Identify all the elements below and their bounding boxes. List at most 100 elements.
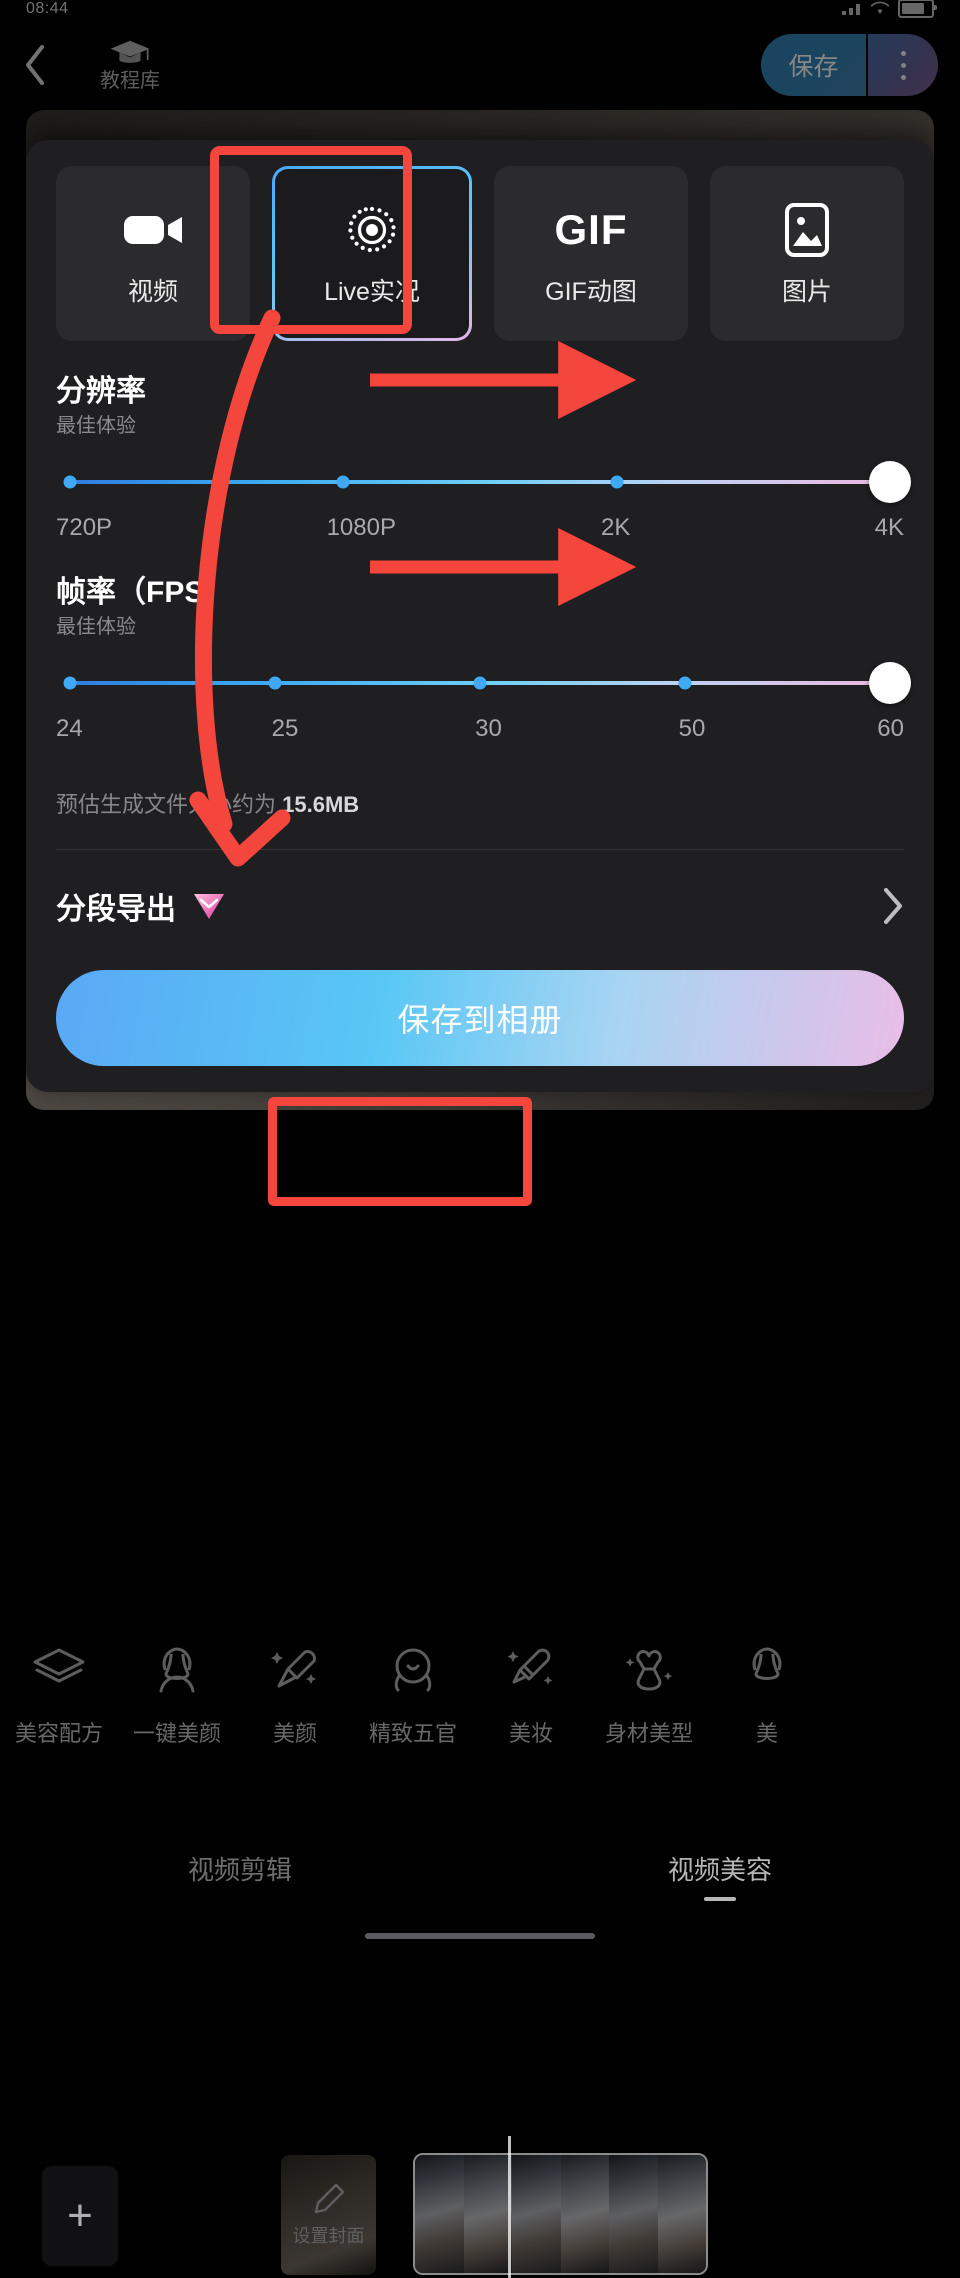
format-option-video[interactable]: 视频 — [56, 166, 250, 341]
timeline-frame — [415, 2155, 464, 2273]
video-camera-icon — [122, 202, 184, 258]
resolution-slider[interactable]: 720P 1080P 2K 4K — [56, 461, 911, 542]
tool-beauty-recipe-label: 美容配方 — [14, 1721, 103, 1746]
tab-indicator — [224, 1897, 256, 1901]
resolution-tick-720p[interactable] — [63, 475, 77, 489]
picture-icon — [784, 202, 830, 258]
timeline-clip[interactable] — [413, 2153, 708, 2275]
face-auto-icon — [151, 1640, 203, 1700]
set-cover-button[interactable]: 设置封面 — [281, 2155, 376, 2275]
framerate-label-25: 25 — [271, 715, 299, 742]
battery-icon — [898, 0, 937, 18]
gif-glyph: GIF — [554, 206, 628, 253]
vip-diamond-icon — [194, 894, 224, 919]
format-option-live[interactable]: Live实况 — [272, 166, 472, 341]
tool-body-shape-label: 身材美型 — [604, 1721, 693, 1746]
tool-one-tap-beauty[interactable]: 一键美颜 — [118, 1640, 236, 1748]
framerate-label-60: 60 — [877, 715, 904, 742]
more-vertical-icon — [900, 62, 906, 68]
framerate-tick-labels: 24 25 30 50 60 — [56, 715, 904, 743]
live-photo-icon — [343, 202, 401, 258]
framerate-subtitle: 最佳体验 — [56, 616, 136, 638]
segment-export-label: 分段导出 — [56, 893, 176, 926]
resolution-label-1080p: 1080P — [326, 514, 396, 541]
lipstick-icon — [505, 1640, 557, 1700]
tool-beauty[interactable]: 美颜 — [236, 1640, 354, 1748]
resolution-slider-knob[interactable] — [869, 461, 911, 503]
more-vertical-icon — [900, 50, 906, 56]
timeline-area: + 设置封面 — [0, 1140, 960, 2278]
sheet-divider — [56, 849, 904, 850]
timeline-frame — [463, 2155, 512, 2273]
resolution-tick-1080p[interactable] — [336, 475, 350, 489]
pencil-icon — [314, 2183, 344, 2214]
tutorial-library-label: 教程库 — [100, 70, 160, 92]
framerate-slider-knob[interactable] — [869, 662, 911, 704]
body-shape-icon — [623, 1640, 675, 1700]
tab-video-beauty-label: 视频美容 — [667, 1854, 772, 1885]
tab-indicator — [704, 1896, 736, 1901]
tool-face-features-label: 精致五官 — [368, 1721, 457, 1746]
framerate-section: 帧率（FPS） 最佳体验 24 25 30 50 60 — [56, 576, 911, 743]
tool-face-features[interactable]: 精致五官 — [354, 1640, 472, 1748]
tool-beauty-label: 美颜 — [272, 1721, 317, 1746]
timeline-frame — [657, 2155, 706, 2273]
framerate-slider[interactable]: 24 25 30 50 60 — [56, 662, 911, 743]
timeline-frame — [609, 2155, 658, 2273]
save-to-album-button[interactable]: 保存到相册 — [56, 970, 904, 1066]
tab-video-edit[interactable]: 视频剪辑 — [0, 1850, 480, 1901]
status-time: 08:44 — [26, 0, 69, 17]
estimated-filesize-prefix: 预估生成文件大小约为 — [56, 792, 277, 817]
resolution-label-720p: 720P — [56, 514, 113, 541]
tool-makeup[interactable]: 美妆 — [472, 1640, 590, 1748]
framerate-slider-track[interactable] — [63, 676, 890, 690]
tool-more-partial[interactable]: 美 — [708, 1640, 826, 1748]
resolution-tick-2k[interactable] — [610, 475, 624, 489]
framerate-tick-50[interactable] — [678, 676, 692, 690]
face-auto-icon — [741, 1640, 793, 1700]
signal-icon — [842, 2, 862, 15]
gif-text-icon: GIF — [555, 202, 628, 258]
framerate-tick-25[interactable] — [268, 676, 282, 690]
chevron-right-icon[interactable] — [882, 887, 904, 925]
set-cover-label: 设置封面 — [292, 2226, 365, 2246]
format-option-gif[interactable]: GIF GIF动图 — [494, 166, 688, 341]
format-option-image-label: 图片 — [781, 278, 832, 306]
estimated-filesize: 预估生成文件大小约为 15.6MB — [56, 787, 904, 819]
status-bar: 08:44 — [0, 0, 960, 22]
beauty-tools-bar: 美容配方 一键美颜 美颜 精致五官 美妆 身材美型 美 — [0, 1640, 960, 1800]
framerate-label-24: 24 — [56, 715, 83, 742]
layers-icon — [31, 1640, 87, 1700]
tool-body-shape[interactable]: 身材美型 — [590, 1640, 708, 1748]
resolution-slider-track[interactable] — [63, 475, 890, 489]
segment-export-row[interactable]: 分段导出 — [56, 878, 904, 934]
tool-more-partial-label: 美 — [755, 1721, 778, 1746]
format-option-image[interactable]: 图片 — [710, 166, 904, 341]
format-option-gif-label: GIF动图 — [545, 278, 637, 306]
app-screen: 08:44 教程库 保存 视频 Live实况 GIF GIF动图 图片 分辨率 … — [0, 0, 960, 2278]
more-options-button[interactable] — [868, 34, 938, 96]
framerate-tick-30[interactable] — [473, 676, 487, 690]
tutorial-library-button[interactable]: 教程库 — [70, 39, 190, 91]
framerate-label-50: 50 — [678, 715, 706, 742]
add-clip-button[interactable]: + — [42, 2166, 118, 2266]
framerate-label-30: 30 — [475, 715, 502, 742]
home-indicator — [365, 1933, 595, 1939]
format-option-live-label: Live实况 — [324, 278, 420, 306]
estimated-filesize-value: 15.6MB — [282, 792, 360, 817]
tool-beauty-recipe[interactable]: 美容配方 — [0, 1640, 118, 1748]
resolution-section: 分辨率 最佳体验 720P 1080P 2K 4K — [56, 375, 911, 542]
back-button[interactable] — [0, 30, 70, 100]
more-vertical-icon — [900, 74, 906, 80]
app-bar: 教程库 保存 — [0, 30, 960, 100]
resolution-label-4k: 4K — [874, 514, 904, 541]
tool-makeup-label: 美妆 — [508, 1721, 553, 1746]
chevron-left-icon — [26, 45, 44, 85]
save-button[interactable]: 保存 — [761, 34, 866, 96]
framerate-tick-24[interactable] — [63, 676, 77, 690]
timeline-playhead[interactable] — [508, 2136, 511, 2278]
resolution-tick-labels: 720P 1080P 2K 4K — [56, 514, 904, 542]
status-icons — [842, 0, 937, 18]
tab-video-beauty[interactable]: 视频美容 — [480, 1850, 960, 1901]
tool-one-tap-beauty-label: 一键美颜 — [132, 1721, 221, 1746]
